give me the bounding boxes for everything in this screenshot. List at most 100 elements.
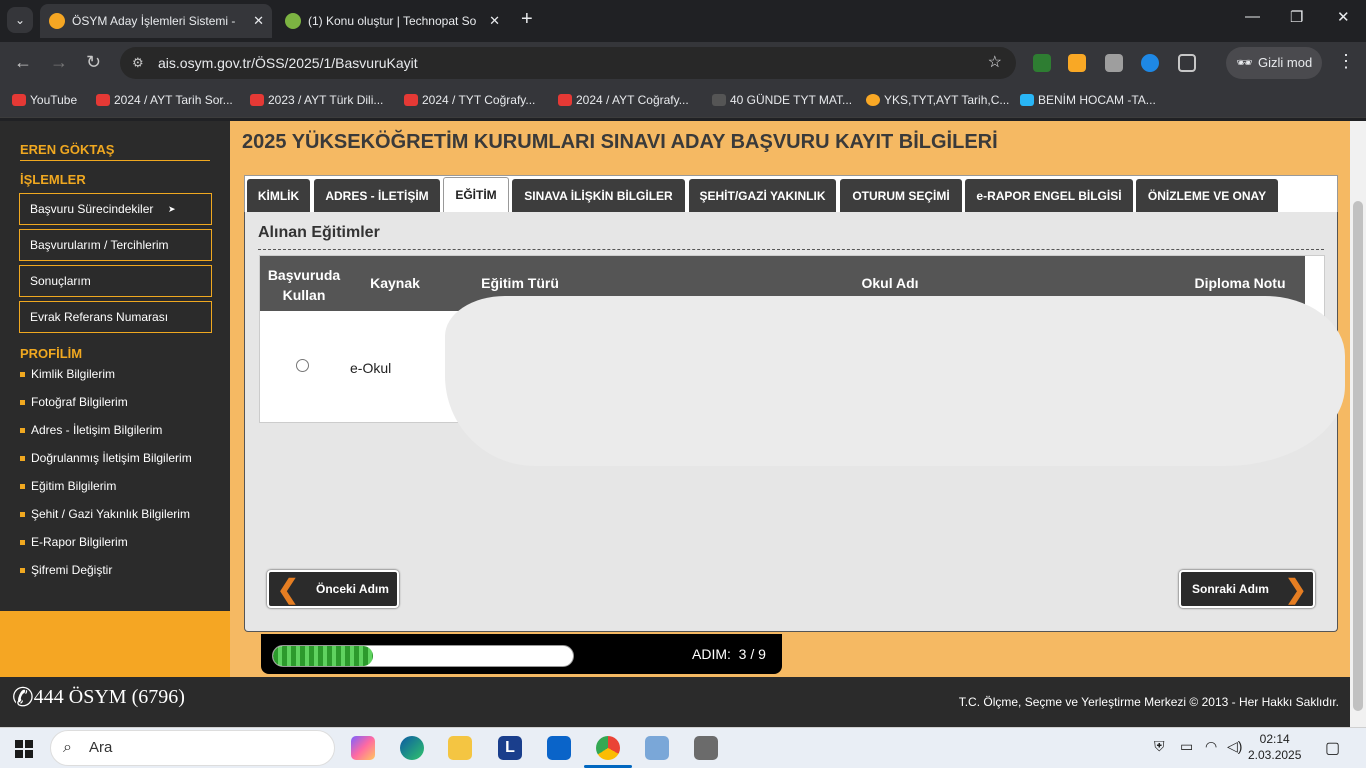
restore-icon[interactable]: ❐ [1290, 8, 1303, 26]
address-bar[interactable]: ⚙ ais.osym.gov.tr/ÖSS/2025/1/BasvuruKayi… [120, 47, 1016, 79]
incognito-label: Gizli mod [1258, 55, 1313, 70]
shazam-extension-icon[interactable] [1141, 54, 1159, 72]
wifi-icon[interactable]: ◠ [1205, 738, 1217, 755]
site-icon [866, 94, 880, 106]
notification-icon[interactable]: ▢ [1325, 738, 1340, 758]
bookmark-item[interactable]: 2024 / AYT Coğrafy... [558, 93, 689, 107]
tab-sehit-gazi[interactable]: ŞEHİT/GAZİ YAKINLIK [689, 179, 836, 214]
bookmark-item[interactable]: 2024 / TYT Coğrafy... [404, 93, 535, 107]
tab-egitim[interactable]: EĞİTİM [443, 177, 509, 214]
new-tab-button[interactable]: + [521, 8, 533, 31]
sidebar-item-basvuru-surecindekiler[interactable]: Başvuru Sürecindekiler ➤ [19, 193, 212, 225]
profil-link-fotograf[interactable]: Fotoğraf Bilgilerim [20, 395, 128, 409]
step-progress: ADIM: 3 / 9 [261, 634, 782, 674]
control-panel-icon[interactable] [645, 736, 669, 760]
technopat-favicon-icon [285, 13, 301, 29]
copilot-icon[interactable] [351, 736, 375, 760]
calculator-icon[interactable] [694, 736, 718, 760]
browser-tab-osym[interactable]: ÖSYM Aday İşlemleri Sistemi - ✕ [40, 4, 272, 38]
tab-search-button[interactable]: ⌄ [7, 7, 33, 33]
profil-link-egitim[interactable]: Eğitim Bilgilerim [20, 479, 116, 493]
browser-tab-strip: ⌄ ÖSYM Aday İşlemleri Sistemi - ✕ (1) Ko… [0, 0, 1366, 42]
page-title: 2025 YÜKSEKÖĞRETİM KURUMLARI SINAVI ADAY… [242, 131, 998, 153]
tab-erapor[interactable]: e-RAPOR ENGEL BİLGİSİ [965, 179, 1133, 214]
chevron-left-icon: ❮ [277, 574, 299, 604]
incognito-indicator[interactable]: 🕶 Gizli mod [1226, 47, 1322, 79]
browser-tab-technopat[interactable]: (1) Konu oluştur | Technopat So ✕ [276, 4, 508, 38]
tab-oturum-secimi[interactable]: OTURUM SEÇİMİ [840, 179, 962, 214]
tab-title: ÖSYM Aday İşlemleri Sistemi - [72, 14, 236, 28]
profil-link-adres[interactable]: Adres - İletişim Bilgilerim [20, 423, 162, 437]
profil-link-dogrulanmis[interactable]: Doğrulanmış İletişim Bilgilerim [20, 451, 192, 465]
taskbar-search[interactable]: ⌕ Ara [50, 730, 335, 766]
bookmark-item[interactable]: 2024 / AYT Tarih Sor... [96, 93, 233, 107]
previous-step-button[interactable]: ❮ Önceki Adım [267, 570, 399, 608]
progress-fill [273, 646, 373, 666]
header-okul-adi: Okul Adı [861, 275, 919, 291]
table-cell-kaynak: e-Okul [350, 360, 392, 376]
minimize-icon[interactable]: — [1245, 8, 1260, 25]
sidebar-item-sonuclarim[interactable]: Sonuçlarım [19, 265, 212, 297]
sidebar-item-evrak-referans[interactable]: Evrak Referans Numarası [19, 301, 212, 333]
volume-icon[interactable]: ◁) [1227, 738, 1242, 755]
windows-start-icon[interactable] [15, 740, 33, 758]
tab-kimlik[interactable]: KİMLİK [247, 179, 310, 214]
youtube-icon [250, 94, 264, 106]
tab-adres-iletisim[interactable]: ADRES - İLETİŞİM [314, 179, 440, 214]
chevron-right-icon: ❯ [1285, 574, 1307, 604]
site-info-icon[interactable]: ⚙ [132, 47, 144, 79]
sidebar-footer-band [0, 611, 230, 677]
profil-link-sifre[interactable]: Şifremi Değiştir [20, 563, 112, 577]
chrome-icon[interactable] [596, 736, 620, 760]
tab-title: (1) Konu oluştur | Technopat So [308, 14, 477, 28]
forward-arrow-icon[interactable]: → [50, 52, 68, 73]
page-scrollbar[interactable] [1350, 121, 1366, 727]
sidebar-item-basvurularim[interactable]: Başvurularım / Tercihlerim [19, 229, 212, 261]
progress-bar [272, 645, 574, 667]
copyright: T.C. Ölçme, Seçme ve Yerleştirme Merkezi… [958, 695, 1339, 709]
bookmark-item[interactable]: YKS,TYT,AYT Tarih,C... [866, 93, 1009, 107]
battery-icon[interactable]: ▭ [1180, 738, 1193, 755]
bookmark-youtube[interactable]: YouTube [12, 93, 77, 107]
bookmark-item[interactable]: 40 GÜNDE TYT MAT... [712, 93, 852, 107]
taskbar-clock[interactable]: 02:14 2.03.2025 [1248, 731, 1301, 763]
reload-icon[interactable]: ↻ [86, 52, 101, 73]
security-icon[interactable]: ⛨ [1154, 738, 1165, 755]
youtube-icon [96, 94, 110, 106]
tab-onizleme-onay[interactable]: ÖNİZLEME VE ONAY [1136, 179, 1278, 214]
header-kaynak: Kaynak [370, 275, 420, 291]
back-arrow-icon[interactable]: ← [14, 52, 32, 73]
web-page: EREN GÖKTAŞ İŞLEMLER Başvuru Sürecindeki… [0, 121, 1350, 677]
graduation-icon [1020, 94, 1034, 106]
divider [258, 249, 1324, 250]
url-text: ais.osym.gov.tr/ÖSS/2025/1/BasvuruKayit [158, 55, 418, 71]
app-l-icon[interactable]: L [498, 736, 522, 760]
use-in-application-radio[interactable] [296, 359, 309, 372]
browser-menu-icon[interactable]: ⋮ [1337, 51, 1355, 72]
bookmark-item[interactable]: BENİM HOCAM -TA... [1020, 93, 1156, 107]
bookmark-item[interactable]: 2023 / AYT Türk Dili... [250, 93, 383, 107]
sidebar: EREN GÖKTAŞ İŞLEMLER Başvuru Sürecindeki… [0, 121, 230, 611]
osym-favicon-icon [49, 13, 65, 29]
outlook-icon[interactable] [547, 736, 571, 760]
extension-icon[interactable] [1105, 54, 1123, 72]
section-title: Alınan Eğitimler [258, 224, 380, 241]
extensions-puzzle-icon[interactable] [1178, 54, 1196, 72]
main-content: 2025 YÜKSEKÖĞRETİM KURUMLARI SINAVI ADAY… [233, 121, 1350, 677]
bookmark-star-icon[interactable]: ☆ [988, 47, 1002, 79]
next-step-button[interactable]: Sonraki Adım ❯ [1179, 570, 1315, 608]
edge-icon[interactable] [400, 736, 424, 760]
profil-link-kimlik[interactable]: Kimlik Bilgilerim [20, 367, 115, 381]
close-tab-icon[interactable]: ✕ [489, 4, 500, 38]
file-explorer-icon[interactable] [448, 736, 472, 760]
tab-sinava-iliskin[interactable]: SINAVA İLİŞKİN BİLGİLER [512, 179, 685, 214]
extension-icon[interactable] [1068, 54, 1086, 72]
header-diploma-notu: Diploma Notu [1194, 275, 1286, 291]
scrollbar-thumb[interactable] [1353, 201, 1363, 711]
window-close-icon[interactable]: ✕ [1337, 8, 1350, 26]
shield-extension-icon[interactable] [1033, 54, 1051, 72]
profil-heading: PROFİLİM [20, 346, 83, 361]
profil-link-erapor[interactable]: E-Rapor Bilgilerim [20, 535, 128, 549]
close-tab-icon[interactable]: ✕ [253, 4, 264, 38]
profil-link-sehit-gazi[interactable]: Şehit / Gazi Yakınlık Bilgilerim [20, 507, 190, 521]
